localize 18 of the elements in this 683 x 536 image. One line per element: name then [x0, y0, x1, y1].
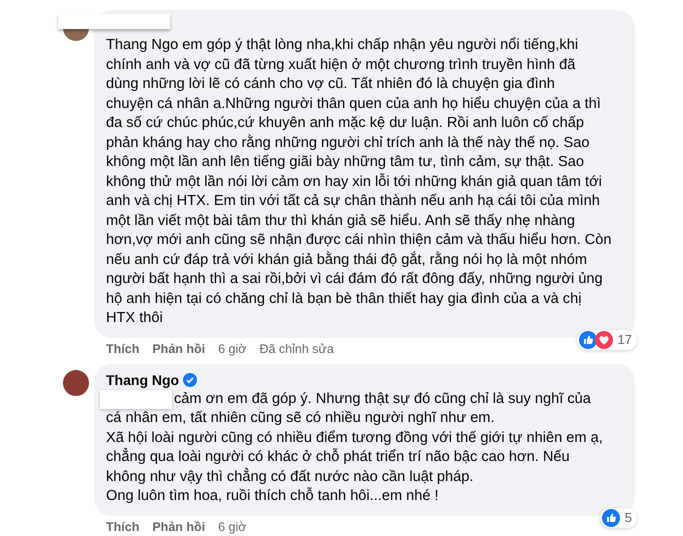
reaction-summary[interactable]: 5 [600, 508, 637, 528]
comment-text: Thang Ngo em góp ý thật lòng nha,khi chấp nhận yêu người nổi tiếng,khi chính anh và vợ cũ đã từng xuất hiện ở một chương trình truyền hình đã dùng những lời lẽ có cánh cho vợ cũ. Tất nhiên đó là chuyện gia đình chuyện cá nhân a.Những người thân quen của anh họ hiểu chuyện của a thì đa số cứ chúc phúc,cứ khuyên anh mặc kệ dư luận. Rồi anh luôn cố chấp phản kháng hay cho rằng những người chỉ trích anh là thế này thế nọ. Sao không một lần anh lên tiếng giãi bày những tâm tư, tình cảm, sự thật. Sao không thử một lần nói lời cảm ơn hay xin lỗi tới những khán giả quan tâm tới anh và chị HTX. Em tin với tất cả sự chân thành nếu anh hạ cái tôi của mình một lần viết một bài tâm thư thì khán giả sẽ hiểu. Anh sẽ thấy nhẹ nhàng hơn,vợ mới anh cũng sẽ nhận được cái nhìn thiện cảm và thấu hiểu hơn. Còn nếu anh cứ đáp trả với khán giả bằng thái độ gắt, rằng nói họ là một nhóm người bất hạnh thì a sai rồi,bởi vì cái đám đó rất đông đấy, những người ủng hộ anh hiện tại có chăng chỉ là bạn bè thân thiết hay gia đình của a và chị HTX thôi [106, 36, 612, 328]
edited-label: Đã chỉnh sửa [259, 342, 334, 356]
reaction-count: 17 [618, 332, 632, 347]
timestamp: 6 giờ [218, 342, 246, 356]
author-name[interactable]: Thang Ngo [106, 372, 180, 388]
reaction-summary[interactable]: 17 [576, 330, 637, 350]
comment-text: cảm ơn em đã góp ý. Nhưng thật sự đó cũng chỉ là suy nghĩ của cá nhân em, tất nhiên cũng sẽ có nhiều người nghĩ như em. Xã hội loài người cũng có nhiều điểm tương đồng với thế giới tự nhiên em ạ, chẳng qua loài người có khác ở chỗ phát triển trí não bậc cao hơn. Nếu không như vậy thì chẳng có đất nước nào cần luật pháp. Ong luôn tìm hoa, ruồi thích chỗ tanh hôi...em nhé ! [106, 390, 604, 506]
reply-link[interactable]: Phản hồi [152, 342, 206, 356]
reaction-count: 5 [624, 510, 632, 525]
avatar[interactable] [63, 370, 89, 396]
avatar[interactable] [63, 29, 89, 41]
like-link[interactable]: Thích [106, 342, 140, 356]
reply-link[interactable]: Phản hồi [152, 520, 206, 534]
like-link[interactable]: Thích [106, 520, 140, 534]
thumbs-up-icon [578, 330, 597, 348]
thumbs-up-icon [602, 508, 620, 526]
timestamp: 6 giờ [218, 520, 246, 534]
